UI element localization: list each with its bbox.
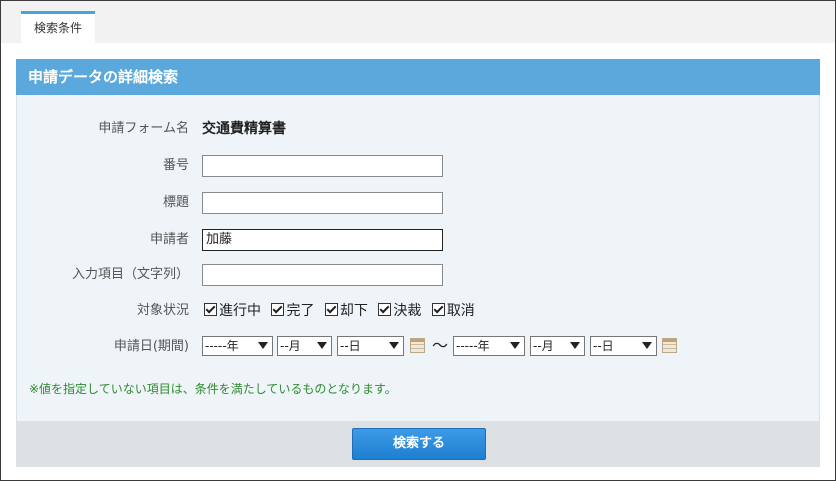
from-month-value: --月: [280, 339, 301, 353]
status-checkboxes: 進行中 完了 却下 決裁 取消: [204, 299, 481, 323]
from-day-value: --日: [340, 339, 361, 353]
from-year-value: -----年: [205, 339, 239, 353]
section-title: 申請データの詳細検索: [16, 59, 820, 95]
content-area: 申請データの詳細検索 申請フォーム名 交通費精算書 番号 標題 申請者 加藤 入…: [1, 43, 835, 480]
to-month-value: --月: [533, 339, 554, 353]
chevron-down-icon: [389, 342, 399, 349]
chevron-down-icon: [570, 342, 580, 349]
window-frame: 検索条件 申請データの詳細検索 申請フォーム名 交通費精算書 番号 標題 申請者…: [0, 0, 836, 481]
form-name-label: 申請フォーム名: [98, 121, 189, 136]
number-row: 番号: [17, 154, 821, 178]
from-month-select[interactable]: --月: [277, 336, 332, 356]
chevron-down-icon: [258, 342, 268, 349]
form-footer: 検索する: [16, 421, 820, 467]
status-label-approved: 決裁: [393, 303, 422, 319]
status-checkbox-in-progress[interactable]: 進行中: [204, 299, 261, 323]
from-day-select[interactable]: --日: [337, 336, 404, 356]
checkbox-checked-icon: [324, 303, 338, 316]
range-separator: 〜: [432, 336, 449, 355]
to-year-select[interactable]: -----年: [453, 336, 525, 356]
checkbox-checked-icon: [431, 303, 445, 316]
applicant-label: 申請者: [149, 232, 189, 247]
status-checkbox-approved[interactable]: 決裁: [378, 299, 421, 323]
checkbox-checked-icon: [378, 303, 392, 316]
form-name-value: 交通費精算書: [202, 121, 286, 137]
number-label: 番号: [162, 158, 189, 173]
status-label-in-progress: 進行中: [219, 303, 261, 319]
calendar-icon[interactable]: [662, 338, 677, 353]
search-button[interactable]: 検索する: [352, 428, 486, 460]
to-month-select[interactable]: --月: [530, 336, 585, 356]
chevron-down-icon: [317, 342, 327, 349]
number-input[interactable]: [202, 155, 443, 177]
applicant-input[interactable]: 加藤: [202, 229, 443, 251]
status-checkbox-rejected[interactable]: 却下: [324, 299, 368, 323]
to-day-select[interactable]: --日: [590, 336, 657, 356]
date-label: 申請日(期間): [113, 339, 189, 354]
chevron-down-icon: [642, 342, 652, 349]
input-item-input[interactable]: [202, 264, 443, 286]
status-row: 対象状況 進行中 完了 却下 決裁 取消: [17, 299, 821, 323]
to-year-value: -----年: [456, 339, 490, 353]
search-form: 申請フォーム名 交通費精算書 番号 標題 申請者 加藤 入力項目（文字列） 対象…: [16, 95, 820, 421]
date-row: 申請日(期間) -----年 --月 --日 〜 -----年 --月 --日: [17, 335, 821, 359]
tab-bar: 検索条件: [1, 1, 835, 43]
status-label-completed: 完了: [286, 303, 315, 319]
from-year-select[interactable]: -----年: [202, 336, 273, 356]
chevron-down-icon: [510, 342, 520, 349]
tab-search-conditions[interactable]: 検索条件: [21, 11, 95, 43]
subject-label: 標題: [162, 195, 189, 210]
status-label-rejected: 却下: [339, 303, 368, 319]
help-note: ※値を指定していない項目は、条件を満たしているものとなります。: [29, 382, 397, 396]
input-item-row: 入力項目（文字列）: [17, 263, 821, 287]
form-name-row: 申請フォーム名 交通費精算書: [17, 117, 821, 141]
input-item-label: 入力項目（文字列）: [71, 267, 189, 282]
status-label: 対象状況: [136, 303, 189, 318]
calendar-icon[interactable]: [410, 338, 425, 353]
status-label-cancelled: 取消: [446, 303, 475, 319]
applicant-row: 申請者 加藤: [17, 228, 821, 252]
status-checkbox-cancelled[interactable]: 取消: [431, 299, 475, 323]
subject-input[interactable]: [202, 192, 443, 214]
to-day-value: --日: [593, 339, 614, 353]
subject-row: 標題: [17, 191, 821, 215]
status-checkbox-completed[interactable]: 完了: [271, 299, 314, 323]
checkbox-checked-icon: [204, 303, 217, 316]
checkbox-checked-icon: [271, 303, 285, 316]
